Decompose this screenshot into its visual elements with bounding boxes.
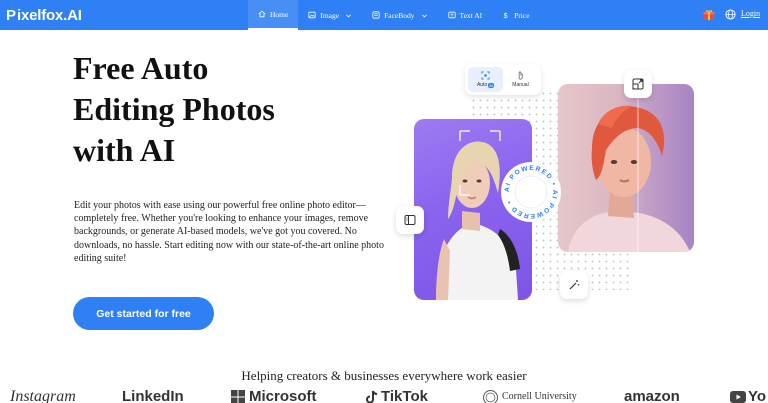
nav-item-image[interactable]: Image: [298, 0, 362, 30]
auto-mode-button[interactable]: Auto AI: [468, 67, 503, 92]
logo-text: ixelfox.AI: [17, 6, 82, 24]
hero-title: Free Auto Editing Photos with AI: [73, 48, 373, 171]
globe-icon[interactable]: [725, 9, 736, 20]
hand-icon: [518, 71, 523, 80]
svg-text:$: $: [504, 11, 508, 19]
chevron-down-icon: [346, 14, 351, 17]
microsoft-wordmark: Microsoft: [249, 388, 317, 403]
resize-icon: [632, 78, 644, 90]
logo-cornell: Cornell University: [483, 388, 577, 403]
portrait-illustration-right: [568, 84, 690, 252]
logo-microsoft: Microsoft: [231, 388, 317, 403]
login-link[interactable]: Login: [741, 9, 760, 18]
home-icon: [258, 10, 266, 18]
tiktok-wordmark: TikTok: [381, 388, 428, 403]
sidebar-toggle-button[interactable]: [396, 206, 424, 234]
logo-mark: P: [6, 6, 17, 24]
nav-item-facebody[interactable]: FaceBody: [362, 0, 437, 30]
cornell-seal-icon: [483, 389, 498, 403]
main-nav: Home Image FaceBody Text AI $ Price: [248, 0, 540, 30]
auto-mode-text: Auto: [476, 82, 488, 88]
nav-label-image: Image: [320, 10, 340, 20]
after-photo: [558, 84, 694, 252]
ai-pill: AI: [488, 82, 495, 88]
pixelfox-logo[interactable]: P ixelfox.AI: [6, 5, 82, 25]
chevron-down-icon: [421, 14, 427, 17]
logo-linkedin: LinkedIn: [122, 388, 184, 403]
panel-icon: [404, 215, 416, 225]
youtube-play-icon: [730, 391, 746, 403]
price-icon: $: [504, 11, 508, 19]
text-ai-icon: [447, 11, 456, 19]
logo-youtube: Yo: [730, 388, 766, 403]
gift-icon[interactable]: [703, 9, 715, 21]
logo-amazon: amazon: [624, 388, 680, 403]
manual-mode-label: Manual: [512, 82, 529, 88]
facebody-icon: [372, 11, 380, 19]
manual-mode-button[interactable]: Manual: [503, 67, 538, 92]
nav-item-home[interactable]: Home: [248, 0, 299, 30]
hero-description: Edit your photos with ease using our pow…: [74, 200, 384, 264]
nav-item-price[interactable]: $ Price: [492, 0, 539, 30]
auto-scan-icon: [481, 71, 490, 80]
youtube-wordmark: Yo: [748, 388, 767, 403]
compare-button[interactable]: [624, 70, 652, 98]
logo-tiktok: TikTok: [366, 388, 428, 403]
hero-title-line-3: with AI: [73, 132, 176, 168]
logo-instagram: Instagram: [10, 388, 76, 403]
cornell-wordmark: Cornell University: [502, 391, 577, 402]
nav-label-price: Price: [514, 10, 530, 20]
partner-logos: Instagram LinkedIn Microsoft TikTok Corn…: [0, 388, 768, 403]
top-navigation-bar: P ixelfox.AI Home Image FaceBody Text AI…: [0, 0, 768, 30]
nav-label-facebody: FaceBody: [384, 10, 415, 20]
magic-wand-button[interactable]: [560, 271, 588, 299]
ai-powered-badge: AI POWERED • AI POWERED •: [501, 162, 561, 222]
edit-mode-toggle: Auto AI Manual: [465, 64, 541, 95]
image-icon: [308, 11, 316, 19]
microsoft-squares-icon: [231, 390, 245, 403]
hero-title-line-1: Free Auto: [73, 50, 209, 86]
nav-item-text-ai[interactable]: Text AI: [438, 0, 493, 30]
nav-label-home: Home: [270, 9, 289, 19]
hero-title-line-2: Editing Photos: [73, 91, 275, 127]
magic-wand-icon: [569, 280, 580, 290]
tiktok-note-icon: [366, 390, 378, 403]
nav-label-text-ai: Text AI: [459, 10, 483, 20]
auto-mode-label: Auto AI: [476, 82, 495, 88]
get-started-button[interactable]: Get started for free: [73, 297, 214, 330]
trust-heading: Helping creators & businesses everywhere…: [241, 368, 527, 383]
